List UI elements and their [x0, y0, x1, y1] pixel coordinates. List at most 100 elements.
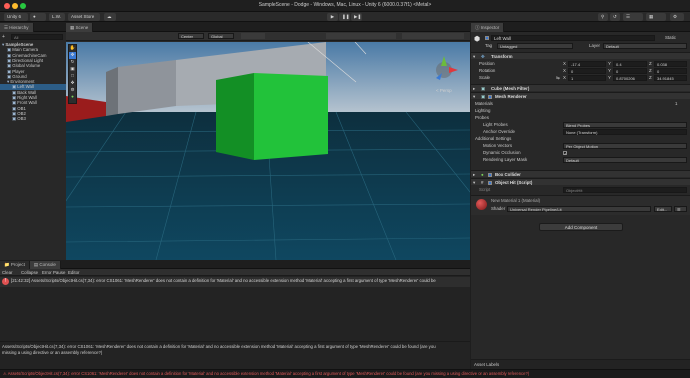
account-dropdown[interactable]: L.W. [49, 13, 65, 21]
box-collider-header[interactable]: ▸ ● Box Collider [471, 170, 690, 177]
scale-y-field[interactable]: 0.8700206 [613, 75, 647, 81]
object-hit-enabled-checkbox[interactable] [488, 180, 492, 185]
hierarchy-item-label: Ground [12, 73, 27, 79]
scene-panel: ▦ Scene Center Global < Persp ✋ ✥ ↻ ▣ □ … [66, 23, 470, 260]
cloud-icon[interactable]: ☁ [104, 13, 116, 21]
active-checkbox[interactable] [485, 36, 489, 40]
console-divider[interactable] [0, 341, 470, 342]
dynamic-occlusion-label: Dynamic Occlusion [483, 150, 521, 155]
play-button[interactable]: ▶ [327, 13, 338, 21]
mesh-renderer-header[interactable]: ▾ ▣ Mesh Renderer [471, 92, 690, 99]
asset-labels-bar[interactable]: Asset Labels [471, 359, 690, 369]
rendering-layer-mask-dropdown[interactable]: Default [563, 157, 687, 163]
script-value: ObjectHit [566, 188, 583, 193]
scene-viewport[interactable]: < Persp [66, 42, 470, 260]
layout-dropdown[interactable]: ▦ [646, 13, 666, 21]
pivot-global-dropdown[interactable]: Global [208, 33, 234, 39]
static-toggle[interactable]: Static [665, 35, 676, 41]
scale-x-field[interactable]: 1 [568, 75, 606, 81]
layer-value: Default [606, 44, 619, 49]
tab-hierarchy[interactable]: ☰ Hierarchy [0, 23, 34, 32]
hierarchy-search-placeholder: All [14, 35, 19, 40]
object-hit-header[interactable]: ▾ # Object Hit (Script) [471, 178, 690, 185]
add-component-button[interactable]: Add Component [539, 223, 623, 231]
scale-x-value: 1 [571, 76, 574, 81]
rotation-y-field[interactable]: 0 [613, 68, 647, 74]
draw-mode-toolbar[interactable] [326, 33, 396, 39]
hierarchy-item[interactable]: ▣ OB3 [0, 116, 66, 121]
app-label: Unity 6 [7, 14, 22, 19]
layers-dropdown[interactable]: ☰ [623, 13, 643, 21]
tab-scene[interactable]: ▦ Scene [66, 23, 94, 32]
grid-snap-button[interactable] [241, 33, 265, 39]
scene-view-options[interactable] [402, 33, 464, 39]
tab-inspector[interactable]: ⓘ Inspector [471, 23, 505, 32]
hierarchy-search-input[interactable]: All [11, 34, 63, 40]
add-component-label: Add Component [564, 225, 598, 230]
transform-header[interactable]: ▾ ✥ Transform [471, 52, 690, 59]
add-icon[interactable]: + [2, 34, 10, 40]
move-tool-icon[interactable]: ✥ [69, 52, 76, 59]
shader-dropdown[interactable]: Universal Render Pipeline/Lit [507, 206, 651, 212]
layer-dropdown[interactable]: Default [603, 43, 687, 49]
console-panel: 📁 Project ▤ Console Clear Collapse Error … [0, 261, 470, 369]
material-name[interactable]: New Material 1 (Material) [491, 198, 540, 204]
step-button[interactable]: ▶❚ [351, 13, 362, 21]
collapse-button[interactable]: Collapse [21, 269, 38, 276]
rotation-x-field[interactable]: 0 [568, 68, 606, 74]
editor-dropdown[interactable]: Editor [68, 269, 79, 276]
gizmo-tool-icon[interactable]: ● [69, 94, 76, 101]
tab-project[interactable]: 📁 Project [0, 261, 30, 269]
scene-tabrow: ▦ Scene [66, 23, 470, 32]
hierarchy-item-label: OB2 [17, 110, 26, 116]
mesh-renderer-enabled-checkbox[interactable] [488, 94, 492, 99]
status-bar[interactable]: ⚠ Assets/Scripts/ObjectHit.cs(7,34): err… [0, 369, 690, 378]
box-collider-enabled-checkbox[interactable] [488, 172, 492, 177]
probes-foldout[interactable]: Probes [475, 115, 489, 121]
shader-options-icon[interactable]: ☰ [674, 206, 687, 212]
hierarchy-tab-label: Hierarchy [9, 25, 29, 30]
anchor-override-field[interactable]: None (Transform) [563, 129, 687, 135]
rotate-tool-icon[interactable]: ↻ [69, 59, 76, 66]
constrain-proportions-icon[interactable]: ⇋ [556, 75, 560, 81]
account-button[interactable]: ● [30, 13, 46, 21]
asset-store-button[interactable]: Asset Store [68, 13, 100, 21]
settings-icon[interactable]: ⚙ [670, 13, 684, 21]
rotation-z-field[interactable]: 0 [654, 68, 687, 74]
motion-vectors-dropdown[interactable]: Per Object Motion [563, 143, 687, 149]
additional-settings-foldout[interactable]: Additional Settings [475, 136, 511, 142]
transform-tool-icon[interactable]: ❖ [69, 80, 76, 87]
scale-z-field[interactable]: 34.91845 [654, 75, 687, 81]
scale-tool-icon[interactable]: ▣ [69, 66, 76, 73]
console-entry[interactable]: ! [21:42:32] Assets/Scripts/ObjectHit.cs… [0, 277, 470, 287]
script-field[interactable]: ObjectHit [563, 187, 687, 193]
tag-dropdown[interactable]: Untagged [497, 43, 573, 49]
hand-tool-icon[interactable]: ✋ [69, 45, 76, 52]
pivot-center-dropdown[interactable]: Center [178, 33, 204, 39]
light-probes-dropdown[interactable]: Blend Probes [563, 122, 687, 128]
error-pause-button[interactable]: Error Pause [42, 269, 65, 276]
position-y-field[interactable]: 0.4 [613, 61, 647, 67]
persp-label[interactable]: < Persp [436, 88, 452, 93]
pause-button[interactable]: ❚❚ [339, 13, 350, 21]
materials-foldout[interactable]: Materials [475, 101, 493, 107]
mesh-filter-header[interactable]: ▸ ▣ Cube (Mesh Filter) [471, 84, 690, 91]
unity-menu-button[interactable]: Unity 6 [4, 13, 28, 21]
tab-console[interactable]: ▤ Console [29, 261, 61, 269]
dynamic-occlusion-checkbox[interactable]: ✓ [563, 151, 567, 156]
rendering-layer-mask-value: Default [566, 158, 579, 163]
position-x-field[interactable]: -17.4 [568, 61, 606, 67]
history-icon[interactable]: ↺ [610, 13, 620, 21]
console-detail-line2: missing a using directive or an assembly… [2, 350, 103, 355]
lighting-foldout[interactable]: Lighting [475, 108, 490, 114]
position-z-field[interactable]: 0.038 [654, 61, 687, 67]
edit-shader-button[interactable]: Edit... [654, 206, 672, 212]
clear-button[interactable]: Clear [2, 269, 13, 276]
object-name-input[interactable]: Left Wall [491, 35, 655, 41]
rect-tool-icon[interactable]: □ [69, 73, 76, 80]
custom-tool-icon[interactable]: ⚙ [69, 87, 76, 94]
console-tabrow: 📁 Project ▤ Console [0, 261, 470, 269]
shader-value: Universal Render Pipeline/Lit [510, 207, 562, 212]
console-tab-label: Console [39, 262, 56, 267]
search-icon[interactable]: ⚲ [598, 13, 608, 21]
